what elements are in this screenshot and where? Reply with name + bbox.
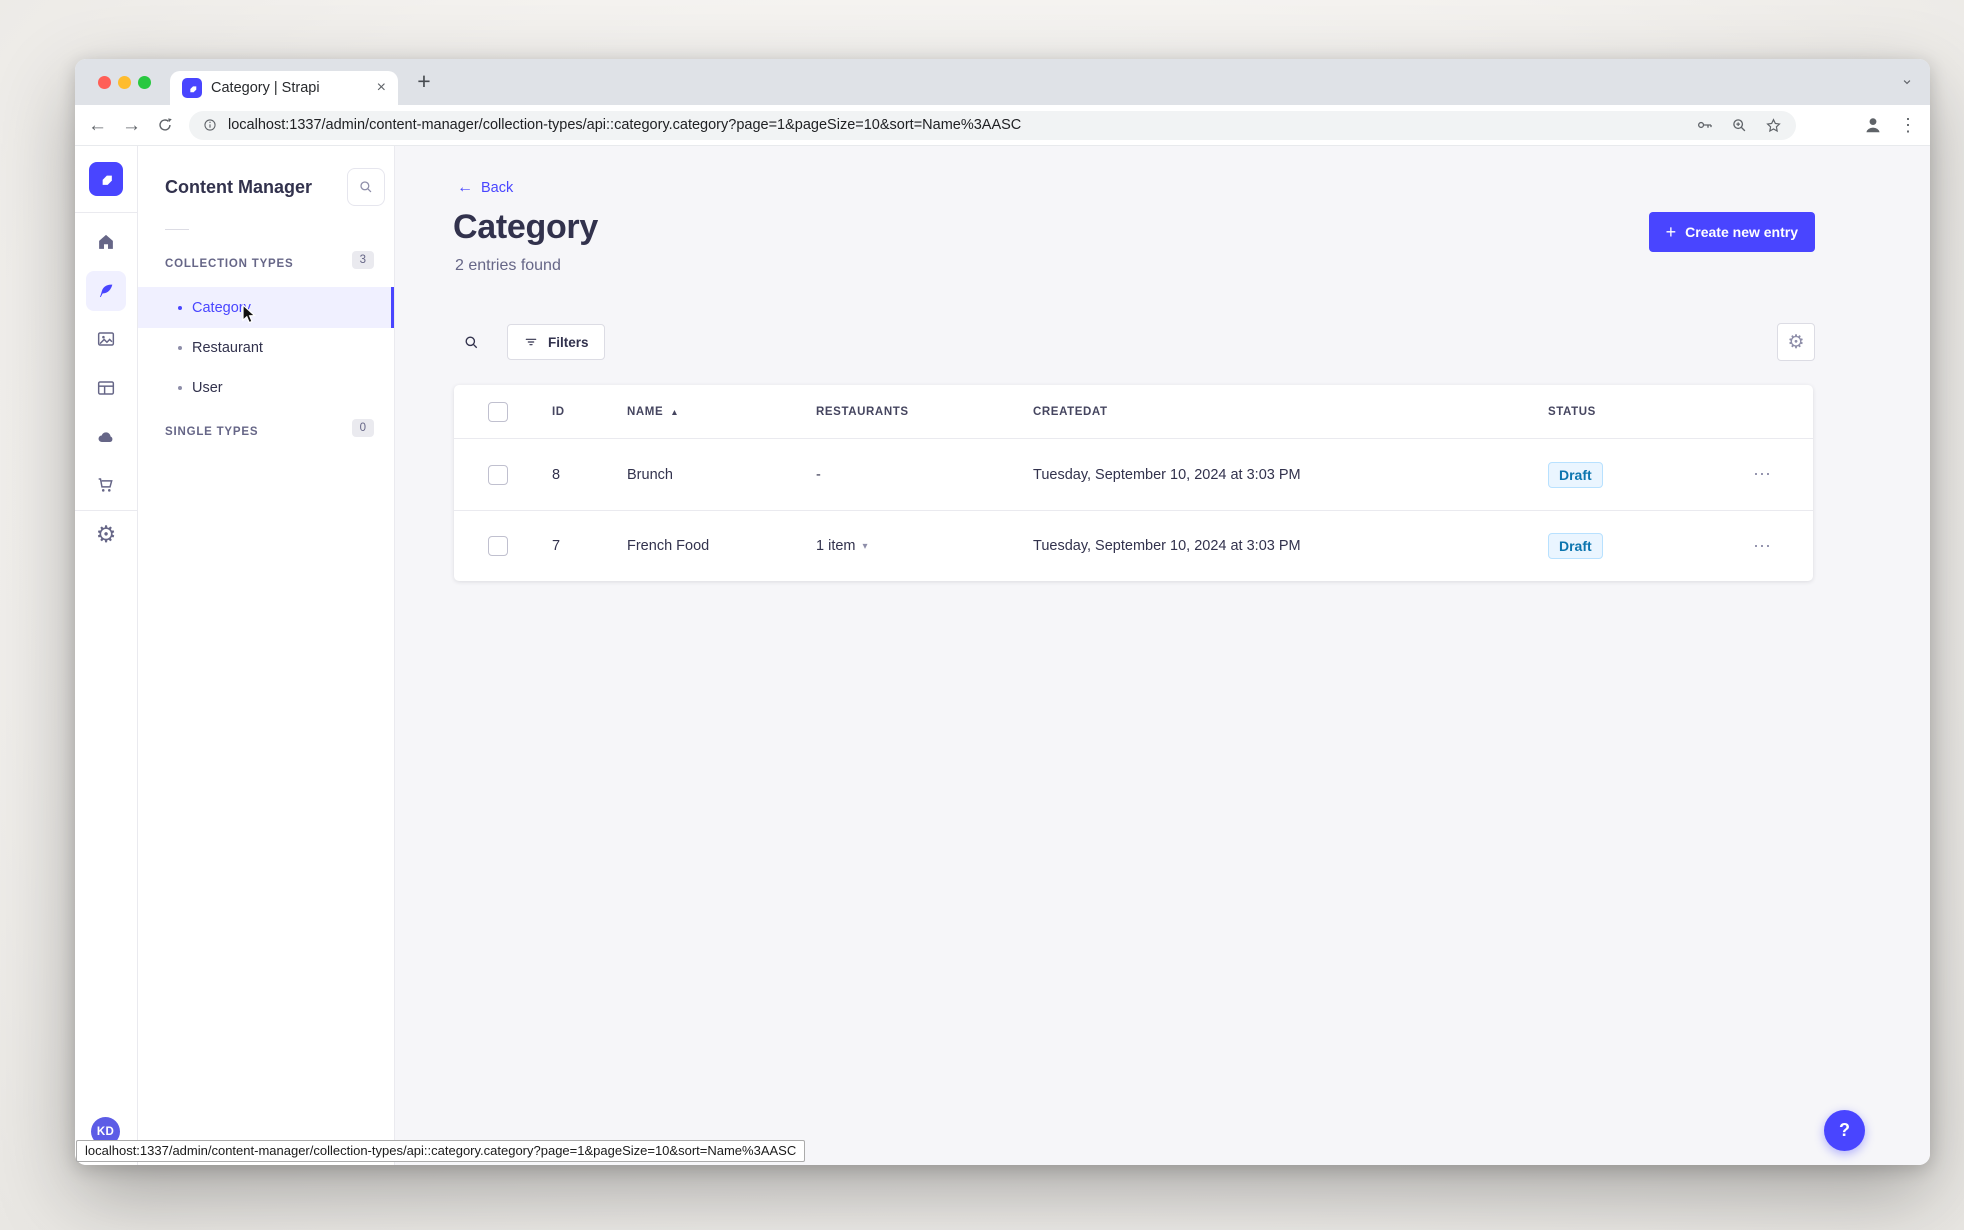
create-new-entry-button[interactable]: + Create new entry: [1648, 212, 1815, 252]
browser-tab[interactable]: Category | Strapi ×: [170, 71, 398, 105]
media-library-icon[interactable]: [86, 319, 126, 359]
tab-title: Category | Strapi: [211, 80, 320, 96]
bullet-icon: [178, 385, 182, 390]
tab-strip: Category | Strapi × +: [75, 59, 1930, 105]
column-header-createdat[interactable]: CREATEDAT: [1033, 406, 1548, 418]
cloud-icon[interactable]: [86, 417, 126, 457]
filter-funnel-icon: [525, 338, 537, 346]
sidebar-item-label: Restaurant: [192, 339, 263, 356]
cell-restaurants[interactable]: 1 item ▾: [816, 538, 1033, 554]
password-key-icon[interactable]: [1695, 115, 1715, 135]
bookmark-star-icon[interactable]: [1764, 116, 1783, 135]
column-header-name[interactable]: NAME ▲: [627, 406, 816, 418]
collection-types-count-badge: 3: [351, 251, 374, 269]
row-checkbox[interactable]: [488, 464, 508, 485]
help-button[interactable]: ?: [1824, 1110, 1865, 1151]
main-content: ← Back Category 2 entries found + Create…: [395, 146, 1930, 1165]
bullet-icon: [178, 305, 182, 310]
marketplace-cart-icon[interactable]: [86, 465, 126, 505]
table-header-row: ID NAME ▲ RESTAURANTS CREATEDAT STATUS: [454, 385, 1813, 439]
row-checkbox[interactable]: [488, 536, 508, 556]
status-badge: Draft: [1548, 461, 1603, 488]
forward-navigation-icon[interactable]: →: [122, 116, 141, 135]
rail-divider: [75, 510, 137, 511]
column-header-id[interactable]: ID: [552, 406, 627, 418]
reload-icon[interactable]: [156, 116, 174, 134]
sidebar-item-category[interactable]: Category: [138, 287, 394, 328]
help-question-icon: ?: [1839, 1120, 1850, 1140]
filters-button[interactable]: Filters: [507, 324, 605, 360]
column-header-status[interactable]: STATUS: [1548, 406, 1739, 418]
sidebar-item-restaurant[interactable]: Restaurant: [138, 327, 394, 368]
strapi-icon-rail: ⚙ KD: [75, 146, 138, 1165]
select-all-checkbox[interactable]: [488, 401, 508, 422]
column-header-restaurants[interactable]: RESTAURANTS: [816, 406, 1033, 418]
collection-types-label: COLLECTION TYPES: [165, 258, 294, 270]
cell-restaurants: -: [816, 466, 821, 483]
address-bar[interactable]: localhost:1337/admin/content-manager/col…: [189, 110, 1796, 140]
back-arrow-icon: ←: [457, 179, 473, 196]
site-info-icon[interactable]: [202, 117, 218, 133]
content-manager-icon[interactable]: [86, 271, 126, 311]
status-badge: Draft: [1548, 533, 1603, 559]
browser-toolbar: ← → localhost:1337/admin/content-manager…: [75, 105, 1930, 146]
single-types-count-badge: 0: [351, 419, 374, 437]
cell-id: 8: [552, 466, 561, 483]
cell-createdat: Tuesday, September 10, 2024 at 3:03 PM: [1033, 466, 1301, 483]
sidebar-divider: [165, 229, 189, 230]
settings-gear-icon[interactable]: ⚙: [86, 514, 126, 554]
gear-icon: ⚙: [1787, 331, 1805, 353]
single-types-label: SINGLE TYPES: [165, 426, 259, 438]
mouse-cursor: [240, 304, 259, 326]
entries-count: 2 entries found: [455, 257, 561, 274]
url-text[interactable]: localhost:1337/admin/content-manager/col…: [228, 117, 1685, 133]
rail-divider: [75, 212, 137, 213]
browser-menu-icon[interactable]: ⋮: [1899, 115, 1917, 136]
zoom-icon[interactable]: [1730, 116, 1749, 135]
tab-close-icon[interactable]: ×: [377, 79, 386, 97]
create-new-entry-label: Create new entry: [1685, 224, 1798, 240]
cell-createdat: Tuesday, September 10, 2024 at 3:03 PM: [1033, 538, 1301, 554]
minimize-window-button[interactable]: [118, 76, 131, 89]
strapi-favicon-icon: [182, 78, 202, 98]
row-actions-menu-icon[interactable]: ⋯: [1739, 536, 1772, 557]
entries-table: ID NAME ▲ RESTAURANTS CREATEDAT STATUS 8…: [454, 385, 1813, 581]
new-tab-button[interactable]: +: [411, 68, 437, 96]
sidebar-item-user[interactable]: User: [138, 367, 394, 408]
back-link[interactable]: ← Back: [457, 179, 513, 197]
cell-name: Brunch: [627, 466, 673, 483]
page-title: Category: [453, 208, 598, 246]
back-navigation-icon[interactable]: ←: [88, 116, 107, 135]
sidebar-item-label: User: [192, 379, 223, 396]
profile-icon[interactable]: [1861, 113, 1885, 137]
table-row[interactable]: 7 French Food 1 item ▾ Tuesday, Septembe…: [454, 510, 1813, 581]
content-type-builder-icon[interactable]: [86, 368, 126, 408]
plus-icon: +: [1665, 222, 1677, 242]
filters-label: Filters: [548, 334, 589, 350]
strapi-admin: ⚙ KD Content Manager COLLECTION TYPES 3 …: [75, 146, 1930, 1165]
chevron-down-icon: ▾: [862, 540, 868, 552]
browser-window: Category | Strapi × + ← → localhost:1337…: [75, 59, 1930, 1165]
close-window-button[interactable]: [98, 76, 111, 89]
status-bar-url: localhost:1337/admin/content-manager/col…: [76, 1140, 806, 1162]
view-settings-button[interactable]: ⚙: [1777, 323, 1815, 361]
back-label: Back: [481, 180, 514, 196]
search-entries-button[interactable]: [453, 324, 489, 360]
maximize-window-button[interactable]: [138, 76, 151, 89]
cell-name: French Food: [627, 538, 710, 554]
sort-ascending-icon: ▲: [670, 406, 680, 417]
tab-search-chevron-icon[interactable]: [1900, 75, 1914, 89]
sidebar-title: Content Manager: [165, 177, 313, 197]
strapi-logo[interactable]: [89, 162, 123, 196]
table-row[interactable]: 8 Brunch - Tuesday, September 10, 2024 a…: [454, 439, 1813, 510]
home-icon[interactable]: [86, 222, 126, 262]
cell-id: 7: [552, 538, 561, 554]
content-manager-sidebar: Content Manager COLLECTION TYPES 3 Categ…: [138, 146, 395, 1165]
row-actions-menu-icon[interactable]: ⋯: [1739, 464, 1772, 485]
bullet-icon: [178, 345, 182, 350]
sidebar-search-button[interactable]: [347, 168, 385, 206]
